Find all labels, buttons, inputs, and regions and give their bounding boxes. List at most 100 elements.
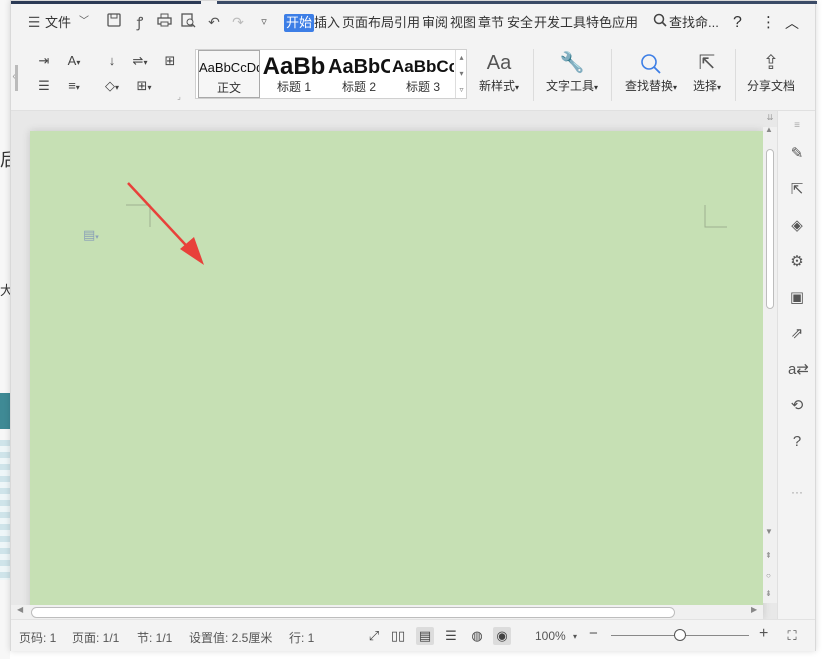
border-icon[interactable]: ⊞▾ — [131, 76, 157, 96]
fullscreen-icon[interactable]: ⤢ — [365, 627, 383, 645]
print-preview-icon[interactable] — [179, 13, 197, 31]
text-tools-label: 文字工具 — [545, 79, 594, 93]
style-sample: AaBbC — [328, 56, 390, 78]
page-number[interactable]: 页码: 1 — [19, 629, 56, 646]
help-icon[interactable]: ? — [733, 14, 742, 32]
outline-view-icon[interactable]: ☰ — [442, 627, 460, 645]
tab-home[interactable]: 开始 — [284, 14, 315, 32]
text-tools-button[interactable]: 🔧 文字工具▾ — [541, 49, 603, 99]
ruler-toggle-icon[interactable]: ⇊ — [763, 113, 777, 127]
web-view-icon[interactable]: ◍ — [468, 627, 486, 645]
settings-sliders-icon[interactable]: ⚙ — [788, 253, 806, 271]
dialog-launcher-icon[interactable]: ⌟ — [175, 93, 183, 101]
share-icon: ⇪ — [762, 52, 780, 74]
shading-icon[interactable]: ◇▾ — [99, 76, 125, 96]
pane-menu-icon[interactable]: ≡ — [788, 117, 806, 135]
style-label: 正文 — [216, 81, 241, 95]
style-heading-2[interactable]: AaBbC 标题 2 — [328, 50, 390, 98]
zoom-dropdown-icon[interactable]: ▾ — [573, 632, 577, 641]
tab-insert[interactable]: 插入 — [314, 14, 340, 32]
vertical-scrollbar[interactable]: ▲ ▼ ⇞ ○ ⇟ — [763, 125, 777, 603]
horizontal-scrollbar[interactable]: ◀ ▶ — [11, 605, 763, 619]
scroll-left-icon[interactable]: ◀ — [17, 605, 23, 614]
paragraph-icon[interactable]: ⇌▾ — [127, 51, 153, 71]
vertical-scroll-thumb[interactable] — [766, 149, 774, 309]
ribbon-scroll-handle[interactable] — [15, 65, 18, 91]
select-browse-object-icon[interactable]: ○ — [766, 571, 771, 580]
style-heading-1[interactable]: AaBb 标题 1 — [262, 50, 326, 98]
background-banner — [0, 393, 10, 429]
zoom-in-button[interactable]: + — [759, 625, 768, 643]
search-command[interactable]: 查找命... — [669, 14, 719, 32]
paste-options-icon[interactable]: ▤▾ — [83, 227, 99, 243]
next-page-icon[interactable]: ⇟ — [765, 589, 772, 598]
sort-icon[interactable]: ↓ — [99, 51, 125, 71]
style-normal[interactable]: AaBbCcDd 正文 — [198, 50, 260, 98]
section-count[interactable]: 节: 1/1 — [137, 629, 172, 646]
wrench-icon: 🔧 — [559, 52, 585, 74]
more-icon[interactable]: ⋮ — [761, 14, 776, 32]
pen-icon[interactable]: ✎ — [788, 145, 806, 163]
tab-view[interactable]: 视图 — [450, 14, 476, 32]
translate-icon[interactable]: a⇄ — [788, 361, 809, 379]
shapes-icon[interactable]: ◈ — [788, 217, 806, 235]
customize-toolbar-icon[interactable]: ▿ — [255, 13, 273, 31]
search-icon[interactable] — [651, 13, 669, 31]
horizontal-scroll-thumb[interactable] — [31, 607, 675, 618]
line-spacing-icon[interactable]: ≡▾ — [61, 76, 87, 96]
style-sample: AaBbCc — [392, 57, 454, 76]
tab-references[interactable]: 引用 — [394, 14, 420, 32]
document-canvas: ▤▾ ▲ ▼ ⇞ ○ ⇟ ⇊ ◀ ▶ — [11, 111, 777, 619]
eye-protection-icon[interactable]: ◉ — [493, 627, 511, 645]
help-circle-icon[interactable]: ? — [788, 433, 806, 451]
save-icon[interactable] — [105, 13, 123, 31]
share-document-button[interactable]: ⇪ 分享文档 — [743, 49, 799, 99]
status-bar: 页码: 1 页面: 1/1 节: 1/1 设置值: 2.5厘米 行: 1 ⤢ ▯… — [11, 619, 815, 651]
page-view-icon[interactable]: ▤ — [416, 627, 434, 645]
style-gallery-scroll[interactable]: ▴ ▾ ▿ — [455, 50, 467, 98]
find-replace-button[interactable]: 查找替换▾ — [621, 49, 681, 99]
more-options-icon[interactable]: ··· — [788, 483, 806, 501]
print-icon[interactable] — [155, 13, 173, 31]
collapse-ribbon-icon[interactable]: ︿ — [785, 14, 799, 32]
redo-icon[interactable]: ↷ — [229, 13, 247, 31]
style-gallery: AaBbCcDd 正文 AaBb 标题 1 AaBbC 标题 2 AaBbCc … — [195, 49, 467, 99]
select-button[interactable]: ⇱ 选择▾ — [687, 49, 727, 99]
tab-special[interactable]: 特色应用 — [586, 14, 638, 32]
share-label: 分享文档 — [746, 79, 795, 93]
hamburger-icon[interactable]: ☰ — [25, 13, 43, 31]
tab-chapter[interactable]: 章节 — [478, 14, 504, 32]
font-size-icon[interactable]: A▾ — [61, 51, 87, 71]
reading-mode-icon[interactable]: ▯▯ — [389, 627, 407, 645]
setting-value[interactable]: 设置值: 2.5厘米 — [189, 629, 272, 646]
table-icon[interactable]: ⊞ — [157, 51, 183, 71]
page-count[interactable]: 页面: 1/1 — [72, 629, 119, 646]
select-label: 选择 — [692, 79, 717, 93]
scroll-right-icon[interactable]: ▶ — [751, 605, 757, 614]
indent-icon[interactable]: ⇥ — [31, 51, 57, 71]
zoom-out-button[interactable]: − — [589, 625, 598, 642]
line-number[interactable]: 行: 1 — [289, 629, 314, 646]
style-heading-3[interactable]: AaBbCc 标题 3 — [392, 50, 454, 98]
export-icon[interactable]: ⇗ — [788, 325, 806, 343]
new-style-button[interactable]: Aa 新样式▾ — [473, 49, 525, 99]
fit-window-icon[interactable]: ⛶ — [783, 627, 801, 645]
scroll-down-icon[interactable]: ▼ — [765, 527, 773, 536]
style-label: 标题 1 — [276, 80, 311, 94]
history-icon[interactable]: ⟲ — [788, 397, 806, 415]
tab-developer[interactable]: 开发工具 — [534, 14, 586, 32]
tab-review[interactable]: 审阅 — [422, 14, 448, 32]
image-icon[interactable]: ▣ — [788, 289, 806, 307]
chevron-down-icon[interactable]: ﹀ — [75, 13, 93, 31]
tab-security[interactable]: 安全 — [507, 14, 533, 32]
distribute-icon[interactable]: ☰ — [31, 76, 57, 96]
previous-page-icon[interactable]: ⇞ — [765, 551, 772, 560]
undo-icon[interactable]: ↶ — [205, 13, 223, 31]
cursor-icon[interactable]: ⇱ — [788, 181, 806, 199]
format-painter-icon[interactable]: ꝭ — [131, 13, 149, 31]
document-page[interactable]: ▤▾ — [30, 131, 763, 619]
zoom-slider-knob[interactable] — [674, 629, 686, 641]
zoom-percent[interactable]: 100% — [535, 629, 566, 643]
file-menu[interactable]: 文件 — [45, 14, 71, 32]
tab-page-layout[interactable]: 页面布局 — [342, 14, 394, 32]
